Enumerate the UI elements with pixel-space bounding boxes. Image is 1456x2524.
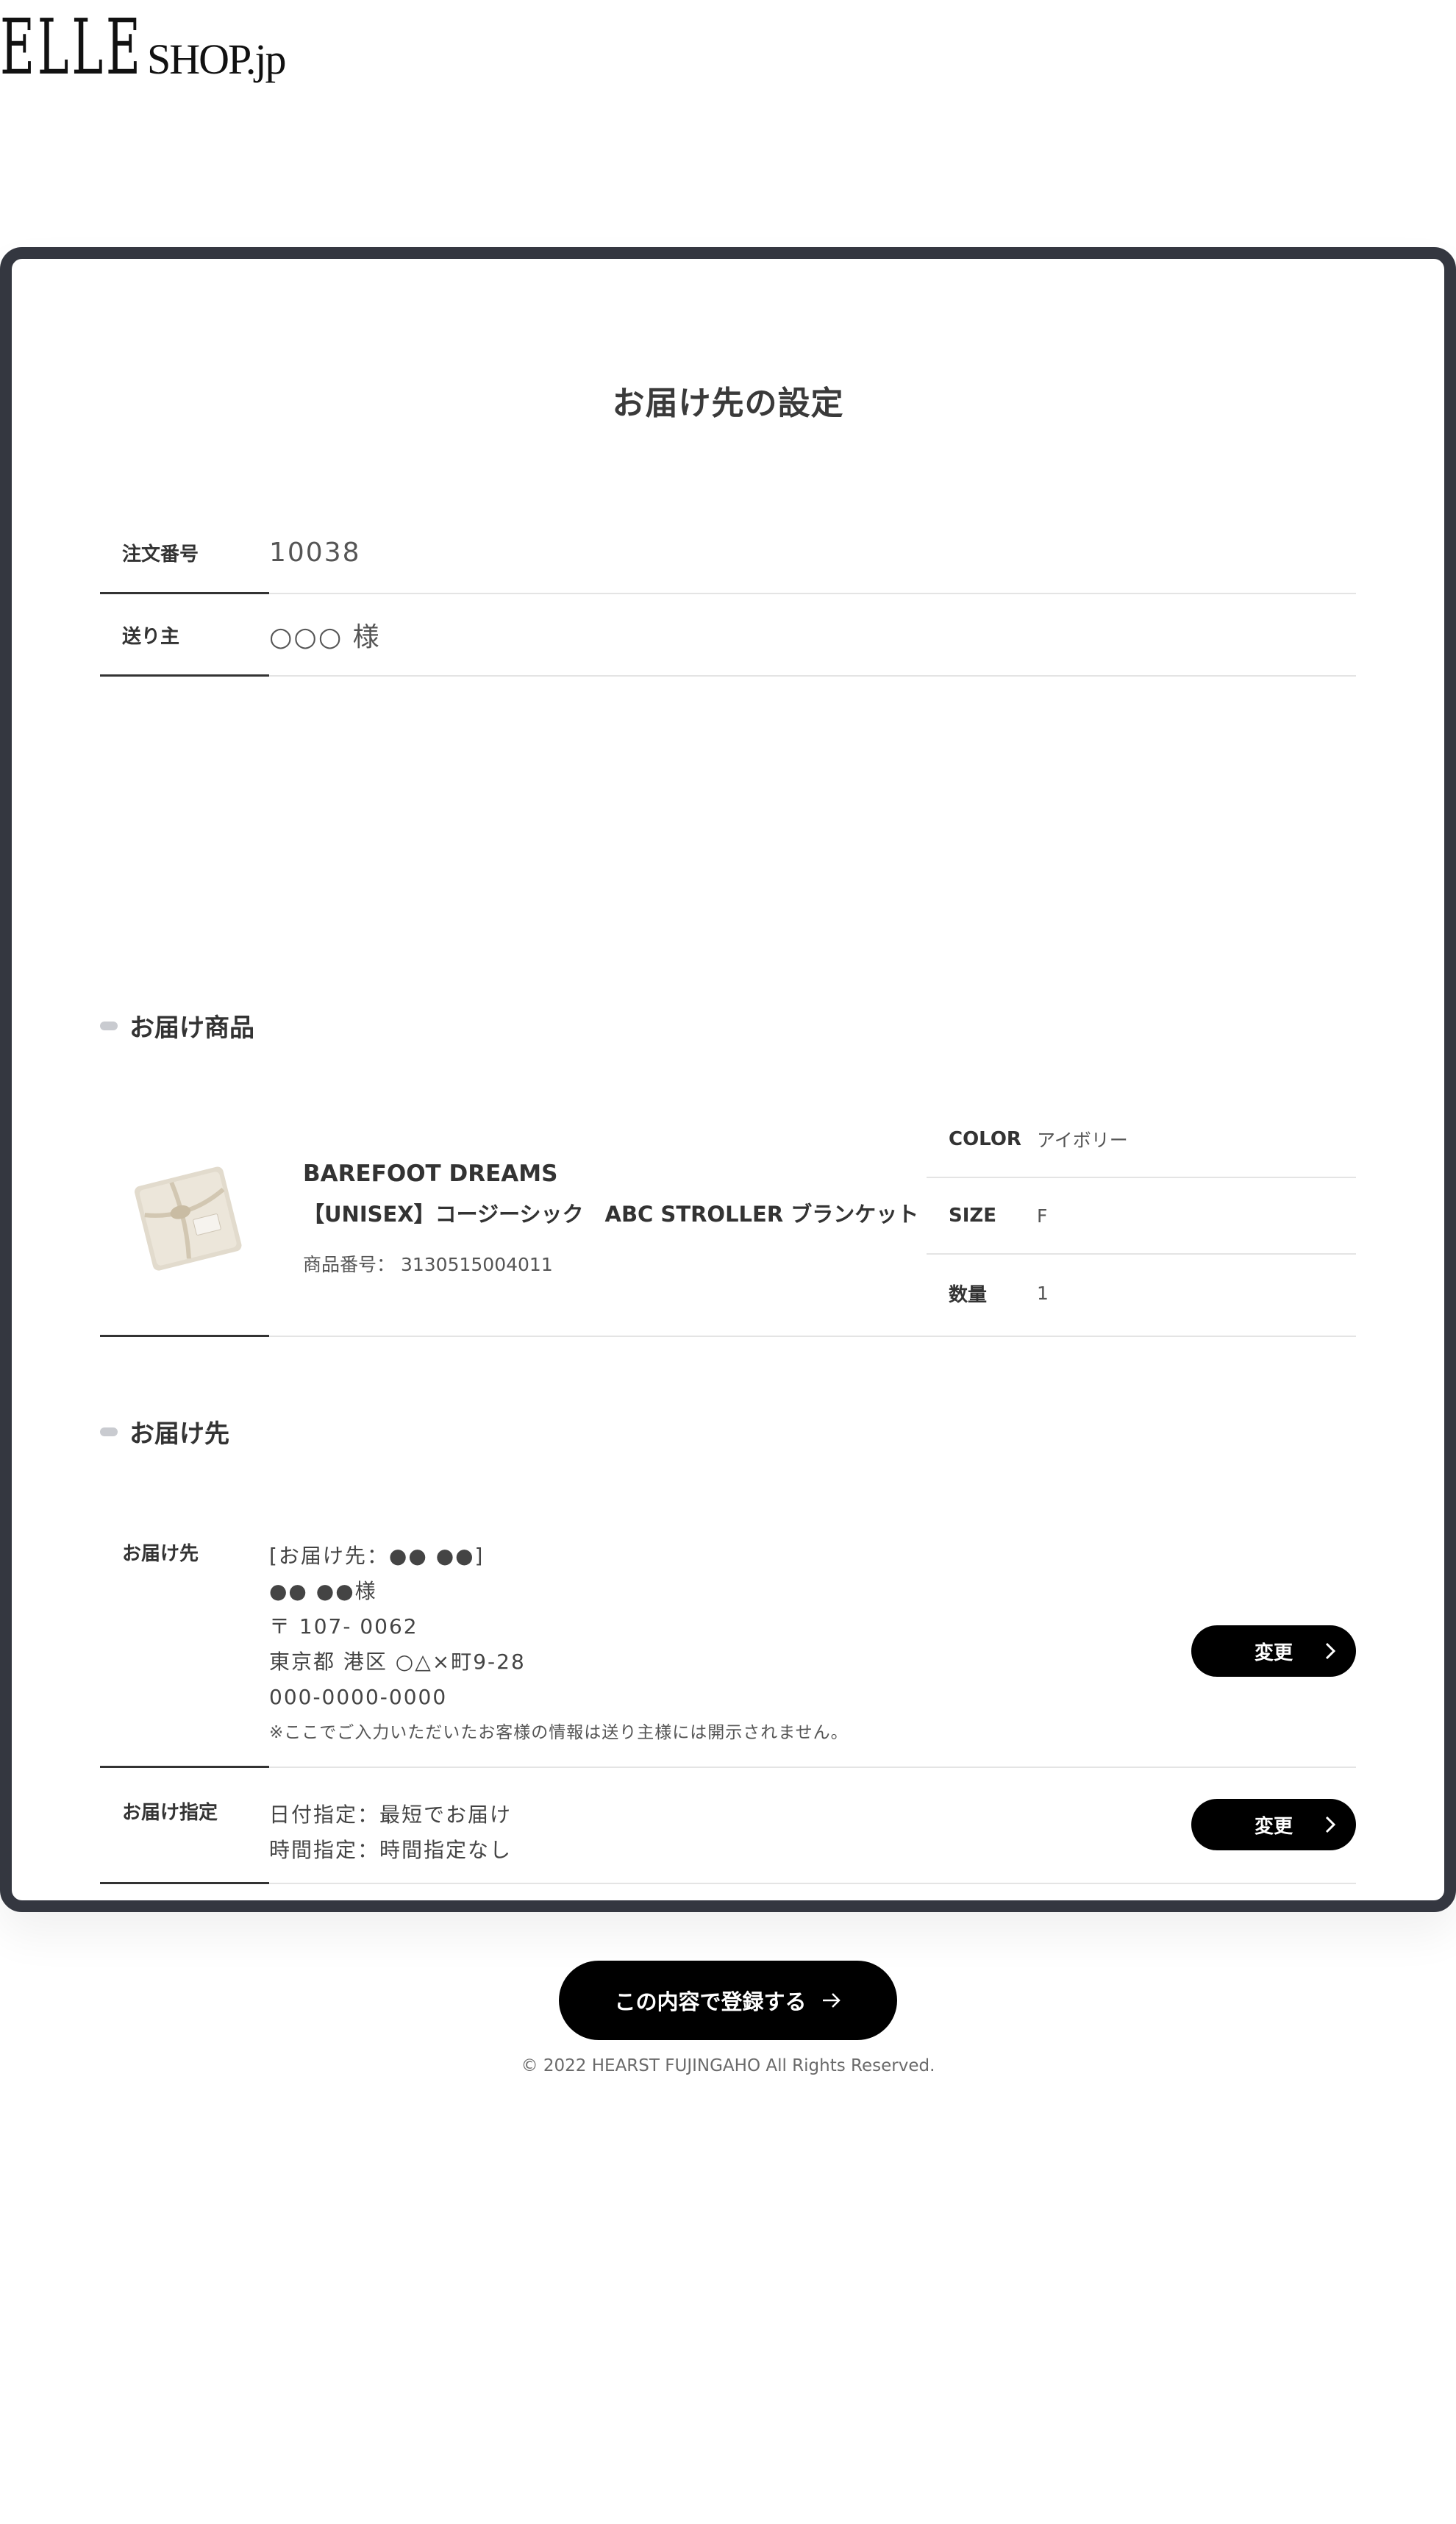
delivery-section-heading: お届け先 bbox=[100, 1413, 229, 1450]
page: ELLE SHOP.jp お届け先の設定 注文番号 10038 送り主 ○○○ … bbox=[0, 0, 1456, 2524]
product-name[interactable]: 【UNISEX】コージーシック ABC STROLLER ブランケット bbox=[303, 1197, 918, 1228]
sender-label: 送り主 bbox=[122, 625, 180, 648]
address-recipient-tag: [お届け先：●● ●●] bbox=[269, 1544, 485, 1568]
change-address-button[interactable]: 変更 bbox=[1191, 1625, 1356, 1677]
order-number-row: 注文番号 10038 bbox=[100, 512, 1356, 594]
page-title: お届け先の設定 bbox=[612, 385, 844, 422]
delivery-address-row: お届け先 [お届け先：●● ●●] ●● ●●様 〒 107- 0062 東京都… bbox=[100, 1505, 1356, 1768]
product-specs: COLOR アイボリー SIZE F 数量 1 bbox=[927, 1102, 1356, 1331]
address-postal-code: 〒 107- 0062 bbox=[269, 1614, 418, 1639]
logo-shop-text: SHOP.jp bbox=[147, 35, 286, 83]
spec-row-quantity: 数量 1 bbox=[927, 1255, 1356, 1331]
order-info-table: 注文番号 10038 送り主 ○○○ 様 bbox=[100, 512, 1356, 677]
spec-label-size: SIZE bbox=[949, 1205, 997, 1227]
change-delivery-spec-button-label: 変更 bbox=[1254, 1815, 1293, 1838]
spec-label-color: COLOR bbox=[949, 1128, 1021, 1150]
delivery-spec-label: お届け指定 bbox=[122, 1802, 218, 1824]
spec-value-color: アイボリー bbox=[1037, 1130, 1128, 1151]
submit-register-button[interactable]: この内容で登録する bbox=[559, 1961, 897, 2040]
arrow-right-icon bbox=[822, 1993, 841, 2008]
product-brand: BAREFOOT DREAMS bbox=[303, 1161, 558, 1187]
elle-shop-logo[interactable]: ELLE SHOP.jp bbox=[0, 2, 286, 92]
delivery-section-heading-text: お届け先 bbox=[129, 1419, 229, 1449]
submit-register-button-label: この内容で登録する bbox=[614, 1989, 807, 2014]
change-delivery-spec-button[interactable]: 変更 bbox=[1191, 1799, 1356, 1850]
address-phone: 000-0000-0000 bbox=[269, 1685, 448, 1709]
chevron-right-icon bbox=[1325, 1816, 1336, 1833]
order-number-value: 10038 bbox=[269, 537, 361, 568]
product-info: BAREFOOT DREAMS 【UNISEX】コージーシック ABC STRO… bbox=[303, 1161, 918, 1277]
sender-row: 送り主 ○○○ 様 bbox=[100, 594, 1356, 677]
spec-value-size: F bbox=[1037, 1205, 1048, 1227]
spec-label-quantity: 数量 bbox=[949, 1283, 988, 1306]
chevron-right-icon bbox=[1325, 1642, 1336, 1660]
heading-pill-icon bbox=[100, 1021, 118, 1030]
blanket-product-image[interactable] bbox=[122, 1153, 254, 1286]
delivery-address-label: お届け先 bbox=[122, 1543, 199, 1565]
delivery-spec-row: お届け指定 日付指定：最短でお届け 時間指定：時間指定なし 変更 bbox=[100, 1768, 1356, 1884]
delivery-table: お届け先 [お届け先：●● ●●] ●● ●●様 〒 107- 0062 東京都… bbox=[100, 1505, 1356, 1884]
sender-value: ○○○ 様 bbox=[269, 622, 381, 652]
logo-elle-text: ELLE bbox=[0, 2, 143, 92]
delivery-spec-body: 日付指定：最短でお届け 時間指定：時間指定なし bbox=[269, 1797, 1356, 1883]
address-privacy-note: ※ここでご入力いただいたお客様の情報は送り主様には開示されません。 bbox=[269, 1723, 849, 1742]
change-address-button-label: 変更 bbox=[1254, 1641, 1293, 1664]
address-recipient-name: ●● ●●様 bbox=[269, 1579, 377, 1603]
product-section-heading: お届け商品 bbox=[100, 1008, 254, 1044]
order-number-label: 注文番号 bbox=[122, 543, 199, 566]
spec-row-size: SIZE F bbox=[927, 1178, 1356, 1255]
product-item: BAREFOOT DREAMS 【UNISEX】コージーシック ABC STRO… bbox=[100, 1102, 1356, 1337]
spec-row-color: COLOR アイボリー bbox=[927, 1102, 1356, 1178]
footer-copyright: © 2022 HEARST FUJINGAHO All Rights Reser… bbox=[521, 2056, 935, 2075]
delivery-time-spec: 時間指定：時間指定なし bbox=[269, 1838, 513, 1862]
spec-value-quantity: 1 bbox=[1037, 1282, 1049, 1304]
product-code: 商品番号： 3130515004011 bbox=[303, 1254, 553, 1275]
heading-pill-icon bbox=[100, 1427, 118, 1436]
delivery-settings-card: お届け先の設定 注文番号 10038 送り主 ○○○ 様 お届け商品 BAREF… bbox=[0, 247, 1456, 2040]
product-section-heading-text: お届け商品 bbox=[129, 1013, 254, 1043]
